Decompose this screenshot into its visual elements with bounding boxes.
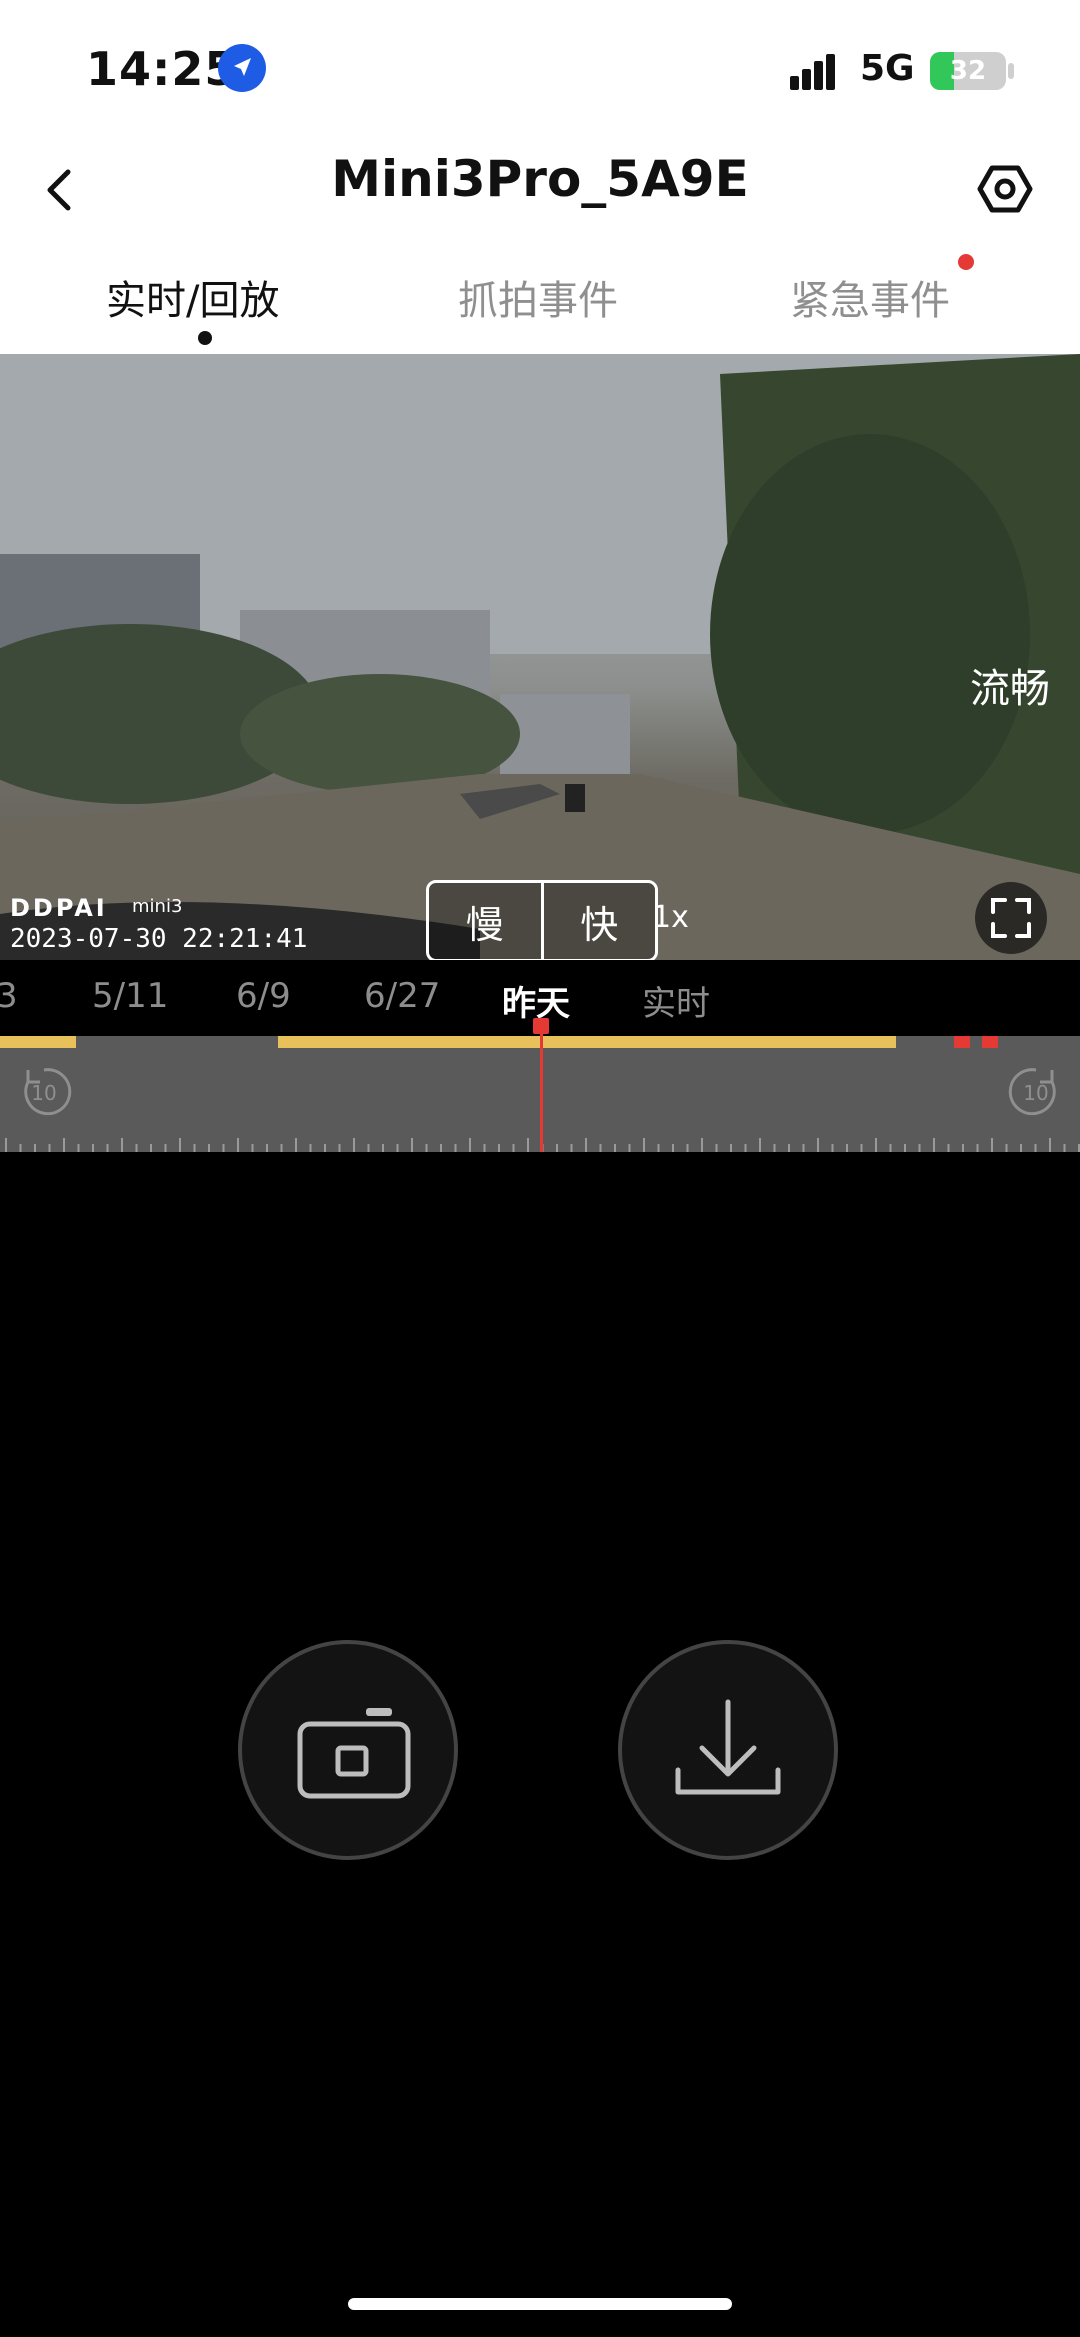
recording-segment [0, 1036, 76, 1048]
location-arrow-icon [218, 44, 266, 92]
speed-control: 慢 快 [426, 880, 658, 960]
slow-button[interactable]: 慢 [429, 883, 541, 959]
snapshot-button[interactable] [238, 1640, 458, 1860]
forward-10-icon[interactable]: 10 [1006, 1062, 1066, 1122]
fullscreen-icon[interactable] [975, 882, 1047, 954]
event-segment [954, 1036, 970, 1048]
video-frame [0, 354, 1080, 960]
date-item[interactable]: 6/27 [364, 976, 440, 1016]
tab-snapshot-events[interactable]: 抓拍事件 [458, 268, 618, 326]
notification-dot [958, 254, 974, 270]
playhead-handle[interactable] [533, 1018, 549, 1034]
home-indicator [348, 2298, 732, 2310]
battery-icon: 32 [930, 52, 1006, 90]
video-player[interactable]: 流畅 DDPAI mini3 2023-07-30 22:21:41 慢 快 1… [0, 354, 1080, 960]
playhead[interactable] [540, 1020, 543, 1152]
brand-model: mini3 [132, 896, 183, 917]
fast-button[interactable]: 快 [540, 883, 656, 959]
active-tab-indicator [198, 331, 212, 345]
status-time: 14:25 [86, 42, 238, 96]
date-item[interactable]: 5/11 [92, 976, 168, 1016]
date-item[interactable]: 6/9 [236, 976, 291, 1016]
video-timestamp: 2023-07-30 22:21:41 [10, 924, 308, 954]
rewind-10-icon[interactable]: 10 [14, 1062, 74, 1122]
tab-live-playback[interactable]: 实时/回放 [106, 268, 279, 326]
settings-icon[interactable] [976, 160, 1034, 218]
recording-segment [278, 1036, 896, 1048]
brand-logo: DDPAI [10, 894, 108, 922]
quality-toggle[interactable]: 流畅 [970, 656, 1050, 714]
date-item[interactable]: 3 [0, 976, 18, 1016]
network-type: 5G [860, 48, 915, 89]
date-item-live[interactable]: 实时 [642, 976, 710, 1025]
download-icon [675, 1699, 781, 1795]
battery-tip [1008, 63, 1014, 79]
playback-rate: 1x [652, 900, 689, 935]
page-title: Mini3Pro_5A9E [331, 150, 749, 208]
forward-label: 10 [1023, 1081, 1048, 1105]
event-segment [982, 1036, 998, 1048]
camera-snapshot-icon [297, 1708, 411, 1799]
rewind-label: 10 [31, 1081, 56, 1105]
tab-emergency-events[interactable]: 紧急事件 [790, 268, 950, 326]
download-button[interactable] [618, 1640, 838, 1860]
signal-icon [790, 54, 835, 90]
battery-level: 32 [949, 56, 987, 86]
